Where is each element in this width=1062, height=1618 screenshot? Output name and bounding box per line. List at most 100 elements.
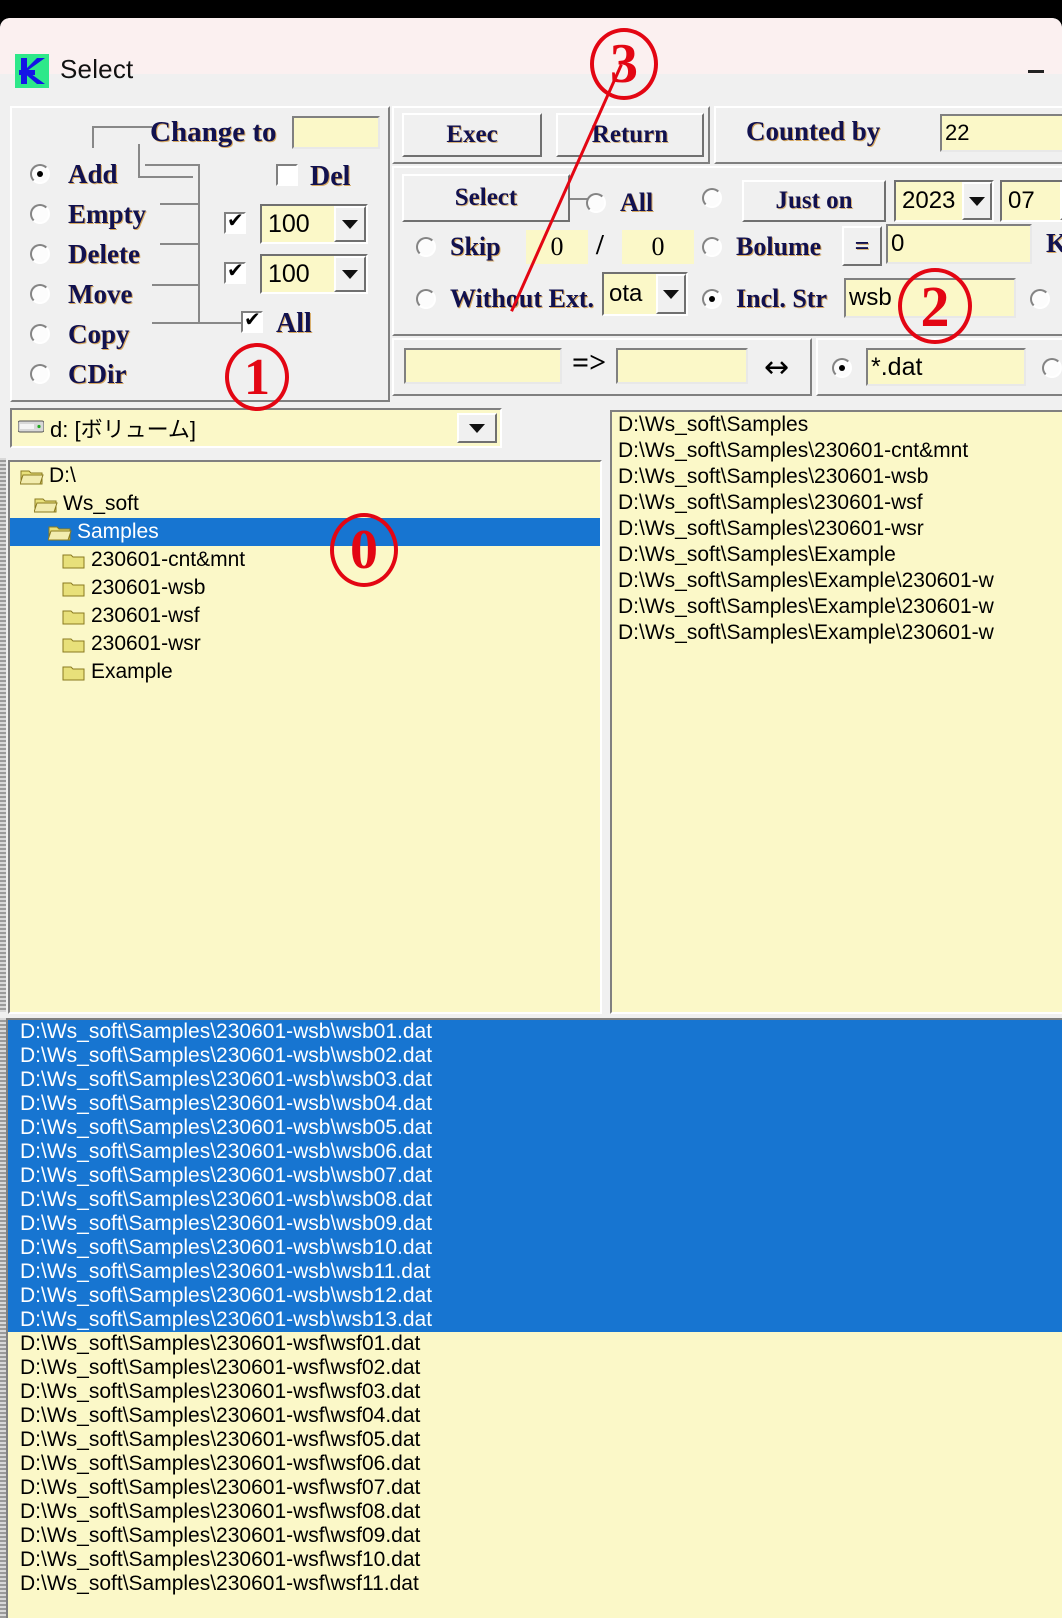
num2-combo[interactable]: 100 (260, 254, 368, 294)
year-value[interactable]: 2023 (896, 182, 962, 220)
replace-to-input[interactable] (616, 348, 748, 384)
dir-list-item[interactable]: D:\Ws_soft\Samples\230601-wsr (612, 516, 1062, 542)
file-list-item[interactable]: D:\Ws_soft\Samples\230601-wsf\wsf01.dat (8, 1332, 1062, 1356)
skip-radio[interactable]: Skip (416, 232, 501, 262)
tree-item[interactable]: Ws_soft (10, 490, 600, 518)
file-list-item[interactable]: D:\Ws_soft\Samples\230601-wsb\wsb06.dat (8, 1140, 1062, 1164)
file-list-item[interactable]: D:\Ws_soft\Samples\230601-wsf\wsf08.dat (8, 1500, 1062, 1524)
file-list-item[interactable]: D:\Ws_soft\Samples\230601-wsf\wsf07.dat (8, 1476, 1062, 1500)
file-list-item[interactable]: D:\Ws_soft\Samples\230601-wsb\wsb08.dat (8, 1188, 1062, 1212)
without-ext-combo[interactable]: ota (602, 272, 688, 316)
bolume-eq-button[interactable]: = (842, 226, 882, 266)
dir-list-item[interactable]: D:\Ws_soft\Samples\Example\230601-w (612, 620, 1062, 646)
dir-list-item[interactable]: D:\Ws_soft\Samples (612, 412, 1062, 438)
excl-str-radio[interactable]: Ex (1030, 284, 1062, 314)
file-list-item[interactable]: D:\Ws_soft\Samples\230601-wsf\wsf02.dat (8, 1356, 1062, 1380)
minimize-button[interactable] (1028, 70, 1044, 73)
year-combo[interactable]: 2023 (894, 180, 994, 222)
file-list-item[interactable]: D:\Ws_soft\Samples\230601-wsb\wsb07.dat (8, 1164, 1062, 1188)
counted-by-input[interactable]: 22 (940, 114, 1062, 152)
mode-radio-copy[interactable]: Copy (30, 314, 146, 354)
dir-list-item[interactable]: D:\Ws_soft\Samples\230601-wsf (612, 490, 1062, 516)
chevron-down-icon[interactable] (962, 182, 992, 220)
num1-checkbox[interactable] (224, 208, 246, 234)
tree-item[interactable]: 230601-cnt&mnt (10, 546, 600, 574)
scope-radio-just-on[interactable] (702, 188, 722, 208)
bolume-label: Bolume (736, 232, 822, 261)
bolume-radio[interactable]: Bolume (702, 232, 821, 262)
month-value[interactable]: 07 (1002, 182, 1060, 220)
tree-item[interactable]: 230601-wsr (10, 630, 600, 658)
tree-item[interactable]: Example (10, 658, 600, 686)
tree-scrollbar[interactable] (0, 458, 6, 1012)
change-to-input[interactable] (292, 116, 380, 149)
del-checkbox[interactable] (276, 164, 298, 186)
selected-dirs-list[interactable]: D:\Ws_soft\Samples D:\Ws_soft\Samples\230… (610, 410, 1062, 1014)
file-list-item[interactable]: D:\Ws_soft\Samples\230601-wsf\wsf09.dat (8, 1524, 1062, 1548)
file-list-item[interactable]: D:\Ws_soft\Samples\230601-wsb\wsb05.dat (8, 1116, 1062, 1140)
drive-combo[interactable]: d: [ボリューム] (10, 408, 502, 448)
annotation-2: 2 (898, 268, 972, 344)
tree-item[interactable]: Samples (10, 518, 600, 546)
chevron-down-icon[interactable] (334, 206, 366, 242)
without-ext-radio[interactable]: Without Ext. (416, 284, 594, 314)
file-list-item[interactable]: D:\Ws_soft\Samples\230601-wsb\wsb02.dat (8, 1044, 1062, 1068)
chevron-down-icon[interactable] (457, 413, 497, 443)
return-button[interactable]: Return (556, 113, 704, 157)
replace-from-input[interactable] (404, 348, 562, 384)
del-label: Del (310, 161, 351, 192)
file-list-item[interactable]: D:\Ws_soft\Samples\230601-wsf\wsf05.dat (8, 1428, 1062, 1452)
file-list-item[interactable]: D:\Ws_soft\Samples\230601-wsb\wsb13.dat (8, 1308, 1062, 1332)
file-list-item[interactable]: D:\Ws_soft\Samples\230601-wsf\wsf06.dat (8, 1452, 1062, 1476)
file-list-item[interactable]: D:\Ws_soft\Samples\230601-wsb\wsb11.dat (8, 1260, 1062, 1284)
num1-combo[interactable]: 100 (260, 204, 368, 244)
dir-list-item[interactable]: D:\Ws_soft\Samples\Example (612, 542, 1062, 568)
num2-checkbox[interactable] (224, 258, 246, 284)
num2-value[interactable]: 100 (262, 256, 334, 292)
file-list-item[interactable]: D:\Ws_soft\Samples\230601-wsf\wsf04.dat (8, 1404, 1062, 1428)
file-list-item[interactable]: D:\Ws_soft\Samples\230601-wsb\wsb09.dat (8, 1212, 1062, 1236)
chevron-down-icon[interactable] (334, 256, 366, 292)
file-list-item[interactable]: D:\Ws_soft\Samples\230601-wsb\wsb10.dat (8, 1236, 1062, 1260)
num1-value[interactable]: 100 (262, 206, 334, 242)
filter-radio[interactable] (832, 358, 852, 378)
file-list-item[interactable]: D:\Ws_soft\Samples\230601-wsf\wsf10.dat (8, 1548, 1062, 1572)
file-list-item[interactable]: D:\Ws_soft\Samples\230601-wsb\wsb04.dat (8, 1092, 1062, 1116)
tree-item[interactable]: D:\ (10, 462, 600, 490)
left-right-arrow-icon[interactable]: ↔ (764, 350, 789, 385)
filter-input[interactable]: *.dat (866, 348, 1026, 386)
file-list-item[interactable]: D:\Ws_soft\Samples\230601-wsf\wsf03.dat (8, 1380, 1062, 1404)
dir-list-item[interactable]: D:\Ws_soft\Samples\230601-cnt&mnt (612, 438, 1062, 464)
mode-radio-add[interactable]: Add (30, 154, 146, 194)
dir-list-item[interactable]: D:\Ws_soft\Samples\Example\230601-w (612, 594, 1062, 620)
file-list-item[interactable]: D:\Ws_soft\Samples\230601-wsb\wsb12.dat (8, 1284, 1062, 1308)
file-list-item[interactable]: D:\Ws_soft\Samples\230601-wsb\wsb01.dat (8, 1020, 1062, 1044)
just-on-button[interactable]: Just on (742, 180, 886, 222)
bolume-input[interactable]: 0 (886, 224, 1032, 264)
mode-radio-cdir[interactable]: CDir (30, 354, 146, 394)
dir-list-item[interactable]: D:\Ws_soft\Samples\230601-wsb (612, 464, 1062, 490)
tree-item[interactable]: 230601-wsf (10, 602, 600, 630)
all-files-checkbox[interactable] (241, 307, 263, 333)
radio-indicator (30, 324, 50, 344)
without-ext-value[interactable]: ota (604, 274, 656, 314)
dir-list-item[interactable]: D:\Ws_soft\Samples\Example\230601-w (612, 568, 1062, 594)
file-list-item[interactable]: D:\Ws_soft\Samples\230601-wsb\wsb03.dat (8, 1068, 1062, 1092)
file-list[interactable]: D:\Ws_soft\Samples\230601-wsb\wsb01.dat D… (6, 1018, 1062, 1618)
skip-to-input[interactable]: 0 (622, 230, 694, 264)
month-combo[interactable]: 07 (1000, 180, 1062, 222)
chevron-down-icon[interactable] (656, 274, 686, 314)
scope-radio-all[interactable]: All (586, 188, 653, 218)
file-list-item[interactable]: D:\Ws_soft\Samples\230601-wsf\wsf11.dat (8, 1572, 1062, 1596)
mode-radio-move[interactable]: Move (30, 274, 146, 314)
tree-item[interactable]: 230601-wsb (10, 574, 600, 602)
exec-button[interactable]: Exec (402, 113, 542, 157)
directory-tree[interactable]: D:\ Ws_soft Samples 230601-cnt&mnt 230601-ws… (8, 460, 602, 1014)
bolume-unit-label: K (1046, 228, 1062, 258)
mode-radio-empty[interactable]: Empty (30, 194, 146, 234)
incl-str-radio[interactable]: Incl. Str (702, 284, 827, 314)
select-button[interactable]: Select (402, 174, 570, 222)
mode-radio-delete[interactable]: Delete (30, 234, 146, 274)
filter-radio-alt[interactable] (1042, 358, 1062, 378)
replace-arrow-label: => (572, 346, 607, 379)
